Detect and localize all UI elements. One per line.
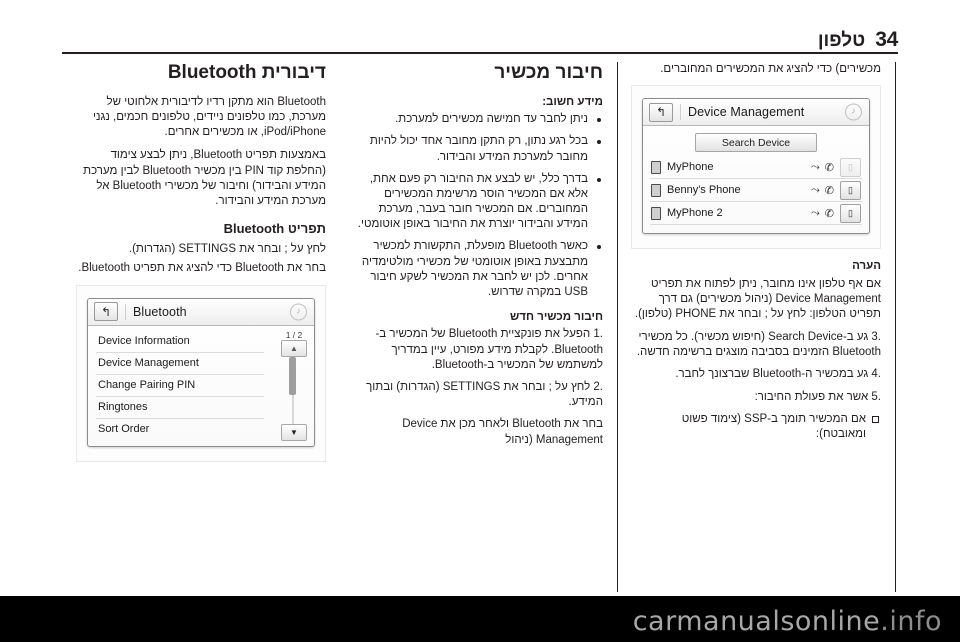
bluetooth-menu-step-1: לחץ על ; ובחר את SETTINGS (הגדרות). xyxy=(128,243,326,256)
subheading-bluetooth-menu: תפריט Bluetooth xyxy=(223,221,326,237)
manual-page: 34 טלפון דיבורית Bluetooth Bluetooth הוא… xyxy=(0,0,960,642)
bluetooth-intro-paragraph-2: באמצעות תפריט Bluetooth, ניתן לבצע צימוד… xyxy=(83,149,326,207)
audio-stream-icon[interactable]: ⤳ xyxy=(811,207,820,220)
bluetooth-menu-list: Device Information Device Management Cha… xyxy=(88,331,272,440)
menu-item-device-management[interactable]: Device Management xyxy=(96,353,264,375)
list-item: ניתן לחבר עד חמישה מכשירים למערכת. xyxy=(354,112,603,127)
bluetooth-menu-step-2: בחר את Bluetooth כדי להציג את תפריט Blue… xyxy=(78,262,326,275)
delete-device-button[interactable]: ▯ xyxy=(840,203,861,223)
menu-item-device-information[interactable]: Device Information xyxy=(96,331,264,353)
step-text: הפעל את פונקציית Bluetooth של המכשיר ב-B… xyxy=(375,328,603,371)
menu-item-change-pairing-pin[interactable]: Change Pairing PIN xyxy=(96,375,264,397)
back-icon[interactable]: ↰ xyxy=(649,102,673,122)
watermark-text: carmanualsonline.info xyxy=(633,606,942,637)
device-name: MyPhone xyxy=(667,161,714,174)
watermark-name: carmanualsonline xyxy=(632,606,881,637)
connect-steps-continued: 3. גע ב-Search Device (חיפוש מכשיר). כל … xyxy=(632,330,881,405)
column-right: דיבורית Bluetooth Bluetooth הוא מתקן רדי… xyxy=(62,62,340,592)
bluetooth-screen-title: Bluetooth xyxy=(133,304,187,319)
step-text: אשר את פעולת החיבור: xyxy=(754,390,869,403)
column-container: דיבורית Bluetooth Bluetooth הוא מתקן רדי… xyxy=(62,62,898,592)
titlebar-divider xyxy=(125,303,126,320)
table-row[interactable]: MyPhone ⤳ ✆ ▯ xyxy=(650,156,862,180)
watermark-suffix: .info xyxy=(880,606,942,637)
subheading-important-info: מידע חשוב: xyxy=(542,95,603,108)
step-text: גע ב-Search Device (חיפוש מכשיר). כל מכש… xyxy=(636,331,881,359)
page-header: 34 טלפון xyxy=(62,20,898,52)
ssp-sub-list: אם המכשיר תומך ב-SSP (צימוד פשוט ומאובטח… xyxy=(632,412,881,442)
menu-item-sort-order[interactable]: Sort Order xyxy=(96,419,264,440)
subheading-connect-new-device: חיבור מכשיר חדש xyxy=(510,311,603,324)
phone-handset-icon[interactable]: ✆ xyxy=(825,161,834,174)
device-name: MyPhone 2 xyxy=(667,207,723,220)
audio-stream-icon[interactable]: ⤳ xyxy=(811,184,820,197)
menu-item-ringtones[interactable]: Ringtones xyxy=(96,397,264,419)
device-management-screen: ↰ Device Management ♪ Search Device MyPh… xyxy=(642,98,870,235)
device-management-figure: ↰ Device Management ♪ Search Device MyPh… xyxy=(631,85,881,250)
header-divider xyxy=(62,52,898,54)
titlebar-divider xyxy=(680,104,681,121)
continued-paragraph: מכשירים) כדי להציג את המכשירים המחוברים. xyxy=(660,63,881,75)
device-name: Benny's Phone xyxy=(667,184,741,197)
list-item: בדרך כלל, יש לבצע את החיבור רק פעם אחת, … xyxy=(354,172,603,233)
list-item: 4. גע במכשיר ה-Bluetooth שברצונך לחבר. xyxy=(675,368,881,381)
connect-steps-list: 1. הפעל את פונקציית Bluetooth של המכשיר … xyxy=(354,327,603,447)
column-middle: חיבור מכשיר מידע חשוב: ניתן לחבר עד חמיש… xyxy=(340,62,618,592)
phone-device-icon xyxy=(651,206,661,220)
table-row[interactable]: Benny's Phone ⤳ ✆ ▯ xyxy=(650,179,862,203)
section-heading-connect-device: חיבור מכשיר xyxy=(494,62,603,83)
list-item: כאשר Bluetooth מופעלת, התקשורת למכשיר מת… xyxy=(354,239,603,300)
music-note-icon[interactable]: ♪ xyxy=(845,103,862,121)
delete-device-button[interactable]: ▯ xyxy=(840,157,861,177)
phone-device-icon xyxy=(651,160,661,174)
music-note-icon[interactable]: ♪ xyxy=(290,303,307,321)
search-device-button[interactable]: Search Device xyxy=(695,133,817,153)
bluetooth-screen: ↰ Bluetooth ♪ 1 / 2 ▲ ▼ Device Informati… xyxy=(87,297,315,447)
section-heading-bluetooth: דיבורית Bluetooth xyxy=(167,62,326,83)
page-indicator: 1 / 2 xyxy=(285,329,303,340)
back-icon[interactable]: ↰ xyxy=(94,302,118,322)
note-body: אם אף טלפון אינו מחובר, ניתן לפתוח את תפ… xyxy=(634,277,881,320)
important-info-list: ניתן לחבר עד חמישה מכשירים למערכת. בכל ר… xyxy=(354,112,603,300)
list-item: אם המכשיר תומך ב-SSP (צימוד פשוט ומאובטח… xyxy=(632,412,881,442)
table-row[interactable]: MyPhone 2 ⤳ ✆ ▯ xyxy=(650,202,862,226)
bluetooth-screen-body: 1 / 2 ▲ ▼ Device Information Device Mana… xyxy=(88,326,314,446)
list-item: 5. אשר את פעולת החיבור: xyxy=(754,390,881,403)
device-management-titlebar: ↰ Device Management ♪ xyxy=(643,99,869,127)
phone-device-icon xyxy=(651,183,661,197)
device-management-title: Device Management xyxy=(688,105,805,120)
page-number: 34 xyxy=(875,28,898,51)
scroll-down-arrow-icon[interactable]: ▼ xyxy=(281,423,307,441)
list-item: בכל רגע נתון, רק התקן מחובר אחד יכול להי… xyxy=(354,134,603,164)
step-text: גע במכשיר ה-Bluetooth שברצונך לחבר. xyxy=(675,368,869,381)
scrollbar[interactable]: 1 / 2 ▲ ▼ xyxy=(281,330,307,441)
device-management-body: Search Device MyPhone ⤳ ✆ ▯ Benny's Phon… xyxy=(643,126,869,233)
scroll-thumb[interactable] xyxy=(289,356,296,395)
list-item: 3. גע ב-Search Device (חיפוש מכשיר). כל … xyxy=(636,331,881,359)
phone-handset-icon[interactable]: ✆ xyxy=(825,207,834,220)
list-item: 1. הפעל את פונקציית Bluetooth של המכשיר … xyxy=(375,328,603,371)
phone-handset-icon[interactable]: ✆ xyxy=(825,184,834,197)
list-item: בחר את Bluetooth ולאחר מכן את Device Man… xyxy=(354,417,603,447)
page-title: טלפון xyxy=(817,30,866,51)
audio-stream-icon[interactable]: ⤳ xyxy=(811,161,820,174)
note-heading: הערה xyxy=(852,260,881,273)
watermark-bar: carmanualsonline.info xyxy=(0,596,960,642)
list-item: 2. לחץ על ; ובחר את SETTINGS (הגדרות) וב… xyxy=(366,381,603,409)
bluetooth-intro-paragraph-1: Bluetooth הוא מתקן רדיו לדיבורית אלחוטי … xyxy=(93,95,326,139)
step-text: בחר את Bluetooth ולאחר מכן את Device Man… xyxy=(402,418,603,446)
step-text: לחץ על ; ובחר את SETTINGS (הגדרות) ובתוך… xyxy=(366,381,603,409)
bluetooth-screen-titlebar: ↰ Bluetooth ♪ xyxy=(88,298,314,326)
delete-device-button[interactable]: ▯ xyxy=(840,180,861,200)
scroll-up-arrow-icon[interactable]: ▲ xyxy=(281,339,307,357)
column-left: מכשירים) כדי להציג את המכשירים המחוברים.… xyxy=(618,62,896,592)
bluetooth-screen-figure: ↰ Bluetooth ♪ 1 / 2 ▲ ▼ Device Informati… xyxy=(76,284,326,462)
